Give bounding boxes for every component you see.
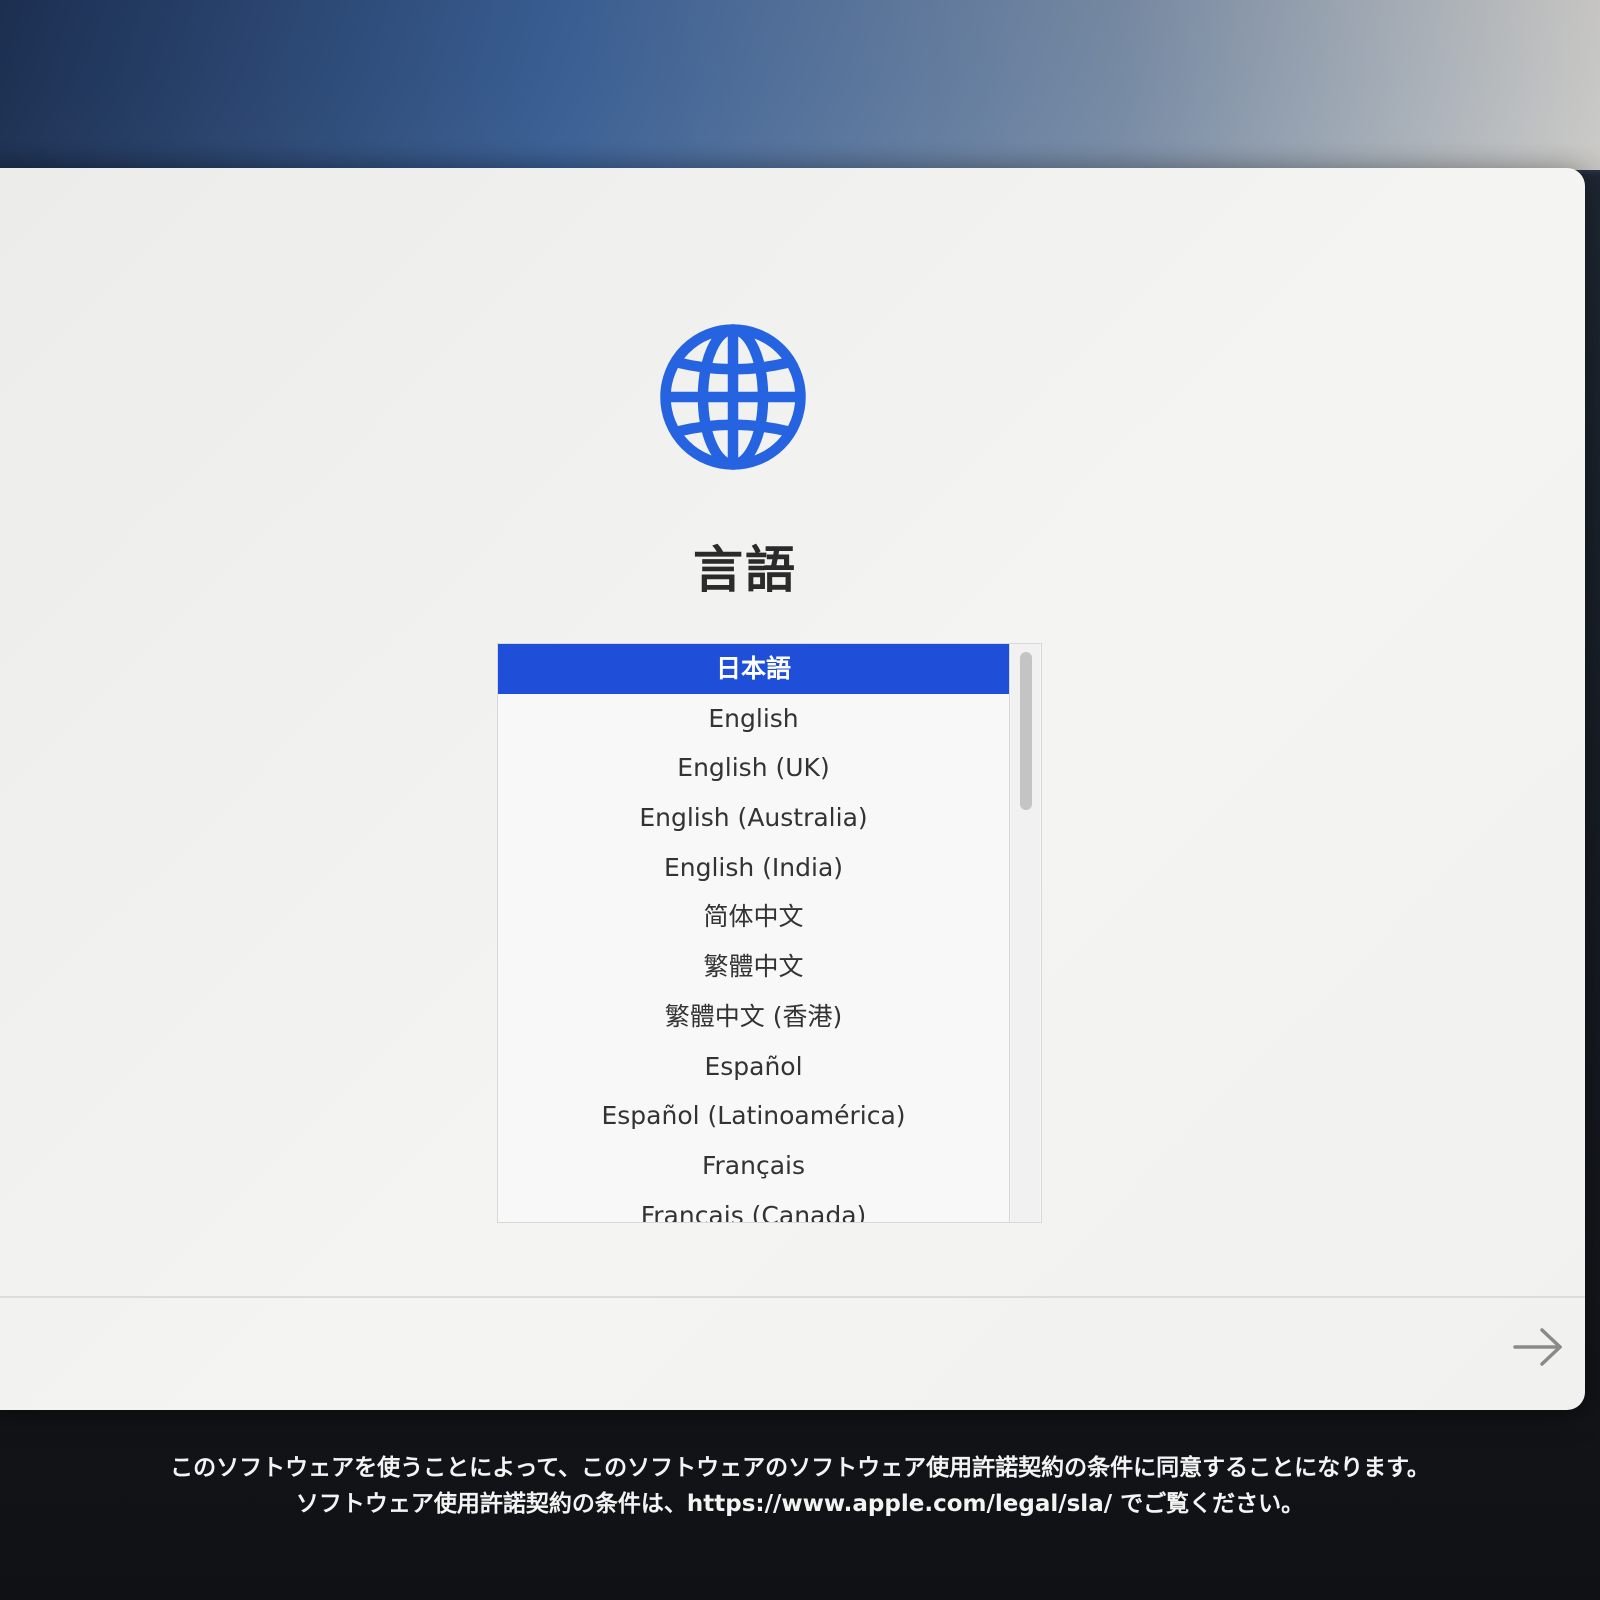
language-item[interactable]: 繁體中文 (香港) xyxy=(498,992,1009,1042)
globe-icon xyxy=(660,324,806,470)
language-list[interactable]: 日本語 English English (UK) English (Australia… xyxy=(498,644,1010,1222)
license-notice: このソフトウェアを使うことによって、このソフトウェアのソフトウェア使用許諾契約の… xyxy=(0,1450,1600,1522)
language-item[interactable]: 简体中文 xyxy=(498,892,1009,942)
page-title: 言語 xyxy=(693,541,797,599)
desktop-background xyxy=(0,0,1600,170)
language-item[interactable]: Français (Canada) xyxy=(498,1191,1009,1222)
language-item[interactable]: English (India) xyxy=(498,843,1009,893)
setup-assistant-window: 言語 日本語 English English (UK) English (Austra… xyxy=(0,168,1585,1410)
language-item[interactable]: English xyxy=(498,694,1009,744)
language-item[interactable]: English (UK) xyxy=(498,743,1009,793)
language-item[interactable]: Français xyxy=(498,1141,1009,1191)
language-item[interactable]: Español (Latinoamérica) xyxy=(498,1091,1009,1141)
license-notice-line-2: ソフトウェア使用許諾契約の条件は、https://www.apple.com/l… xyxy=(295,1491,1305,1517)
language-item[interactable]: English (Australia) xyxy=(498,793,1009,843)
language-item-selected[interactable]: 日本語 xyxy=(498,644,1009,694)
language-item[interactable]: 繁體中文 xyxy=(498,942,1009,992)
footer-divider xyxy=(0,1296,1585,1298)
scrollbar-thumb[interactable] xyxy=(1020,652,1032,810)
language-item[interactable]: Español xyxy=(498,1042,1009,1092)
scrollbar-track[interactable] xyxy=(1011,644,1040,1222)
license-notice-line-1: このソフトウェアを使うことによって、このソフトウェアのソフトウェア使用許諾契約の… xyxy=(170,1455,1430,1481)
language-list-box[interactable]: 日本語 English English (UK) English (Australia… xyxy=(497,643,1042,1223)
arrow-right-icon[interactable] xyxy=(1510,1322,1566,1372)
